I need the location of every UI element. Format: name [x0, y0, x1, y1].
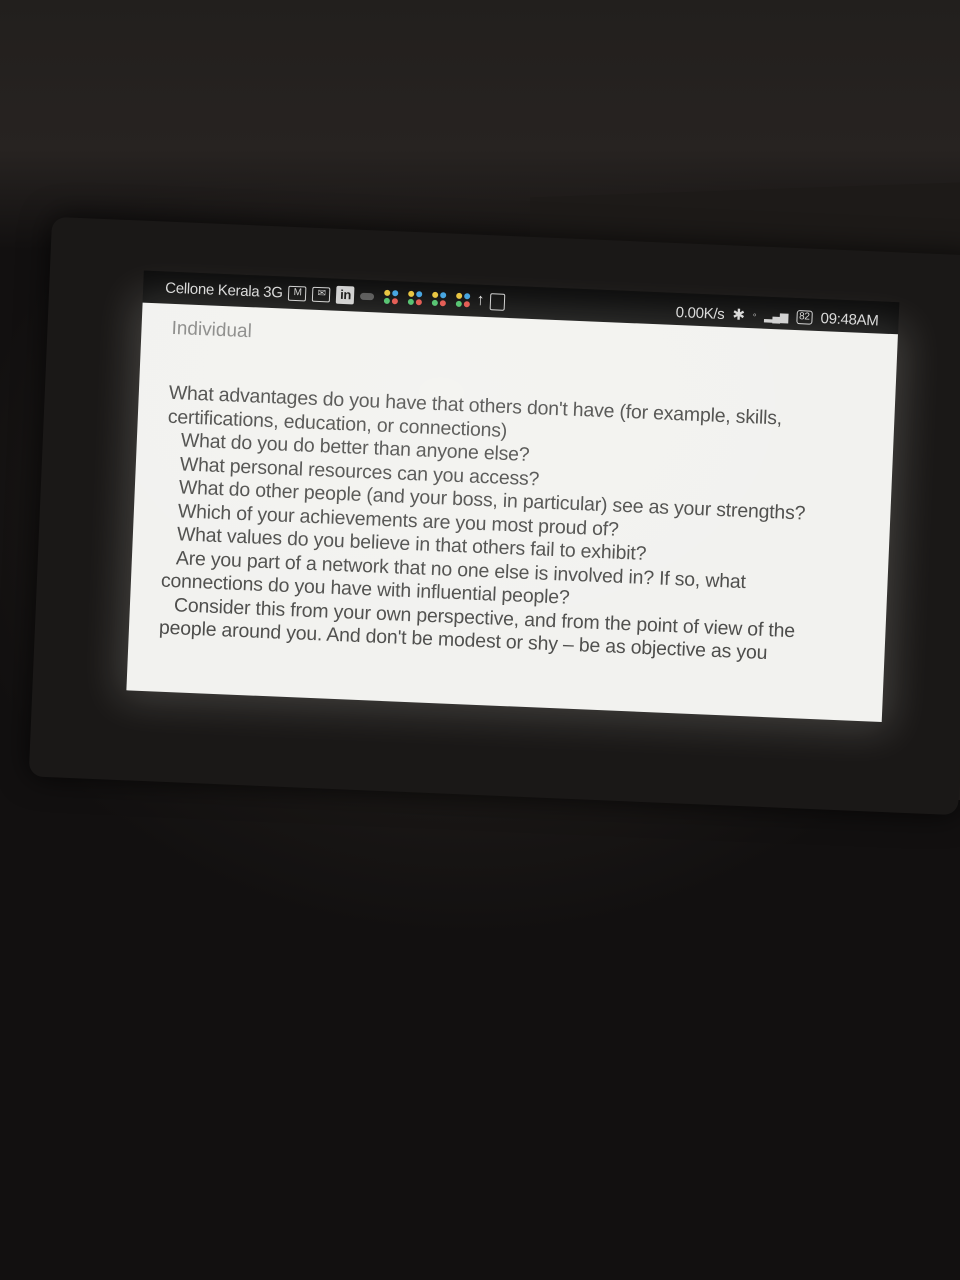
phone-device: Cellone Kerala 3G M ✉ in ↑ 0.00K/s ✱ ◦ ▂… [28, 216, 960, 816]
upload-arrow-icon: ↑ [476, 291, 485, 309]
bluetooth-icon: ✱ [732, 306, 746, 324]
network-speed: 0.00K/s [675, 303, 725, 323]
wifi-icon: ◦ [752, 309, 757, 322]
note-body[interactable]: What advantages do you have that others … [158, 382, 868, 670]
carrier-label: Cellone Kerala 3G [164, 279, 284, 301]
gmail-icon: M [288, 285, 307, 301]
signal-icon: ▂▄▆ [764, 310, 789, 324]
app-dots-icon [408, 290, 423, 306]
app-dots-icon [432, 291, 447, 307]
clipboard-icon [489, 292, 506, 311]
email-icon: ✉ [312, 286, 331, 302]
battery-icon: 82 [795, 310, 813, 325]
note-content[interactable]: Individual What advantages do you have t… [126, 302, 898, 722]
app-dots-icon [384, 289, 399, 305]
note-title: Individual [171, 317, 253, 343]
phone-screen: Cellone Kerala 3G M ✉ in ↑ 0.00K/s ✱ ◦ ▂… [126, 270, 900, 722]
clock: 09:48AM [820, 309, 879, 329]
cloud-icon [360, 292, 375, 300]
photo-scene: Cellone Kerala 3G M ✉ in ↑ 0.00K/s ✱ ◦ ▂… [0, 0, 960, 1280]
linkedin-icon: in [336, 285, 355, 305]
app-dots-icon [456, 292, 471, 308]
